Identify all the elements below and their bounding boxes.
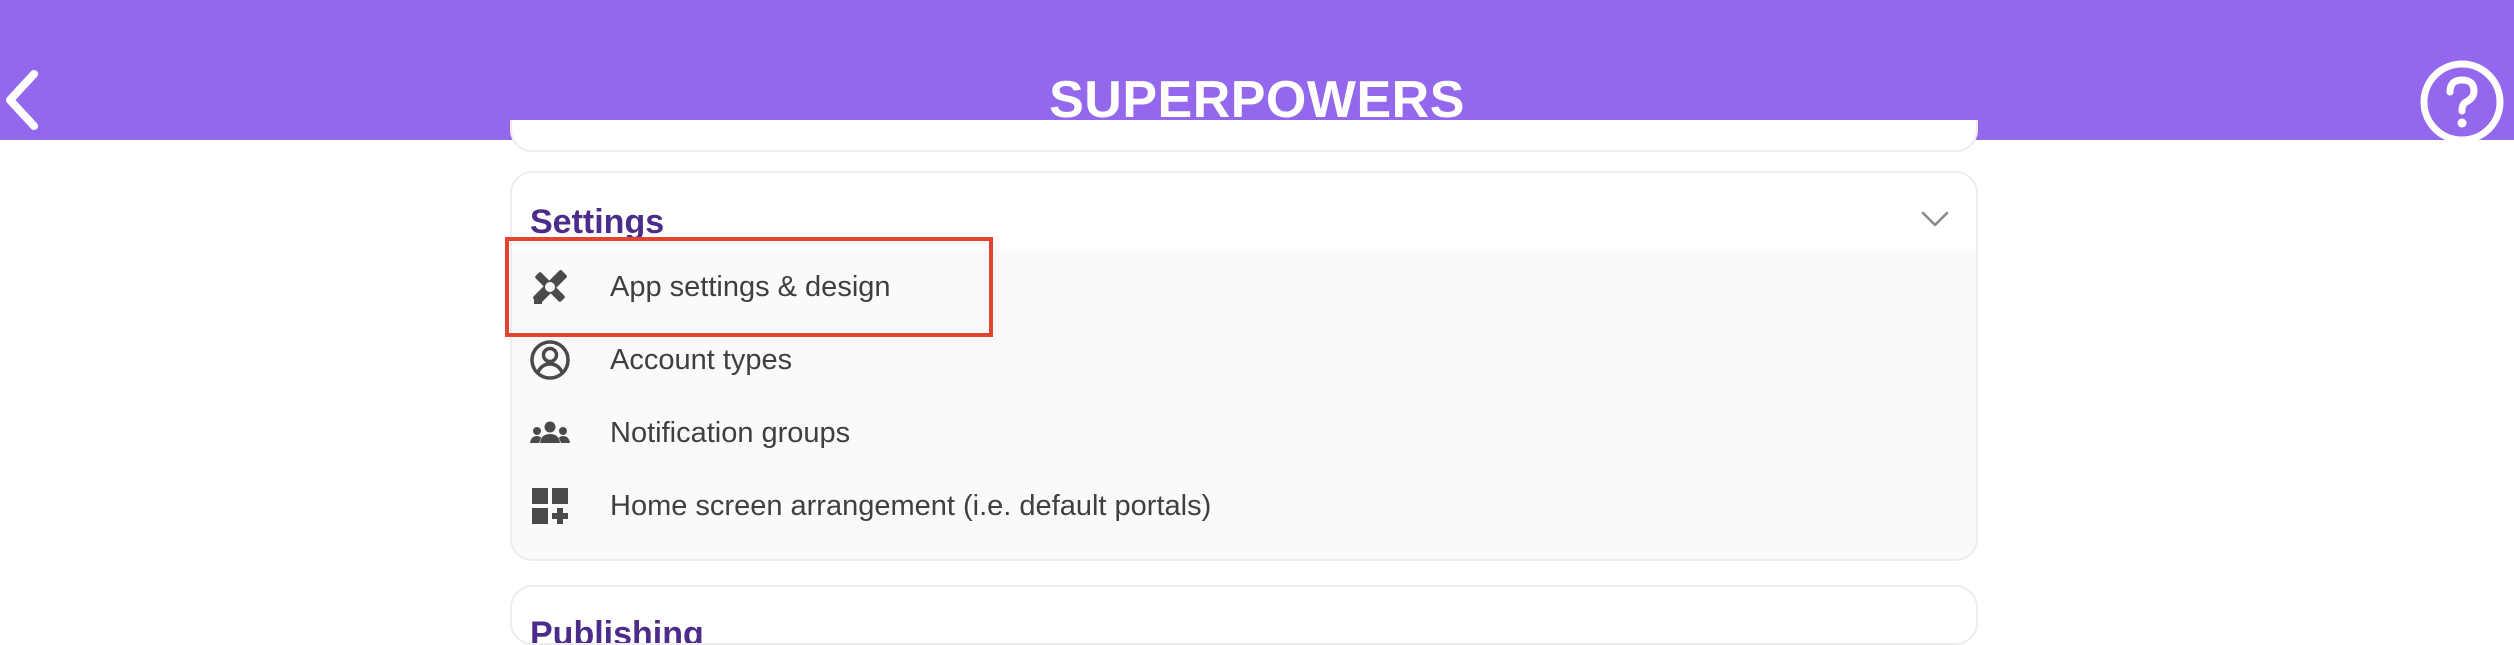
question-circle-icon bbox=[2420, 60, 2504, 144]
tools-icon bbox=[533, 270, 567, 304]
list-item-notification-groups[interactable]: Notification groups bbox=[512, 397, 1976, 470]
settings-section-card: Settings App settings & design Account t… bbox=[510, 171, 1978, 561]
group-icon bbox=[530, 421, 570, 443]
list-item-label: App settings & design bbox=[610, 271, 891, 303]
list-item-label: Notification groups bbox=[610, 417, 851, 449]
grid-add-icon bbox=[532, 488, 568, 524]
list-item-label: Home screen arrangement (i.e. default po… bbox=[610, 490, 1212, 522]
settings-list: App settings & design Account types Noti… bbox=[512, 251, 1976, 559]
settings-section-title: Settings bbox=[530, 203, 665, 241]
publishing-section-title: Publishing bbox=[530, 615, 704, 645]
previous-section-card bbox=[510, 120, 1978, 152]
list-item-app-settings-design[interactable]: App settings & design bbox=[512, 251, 1976, 324]
user-circle-icon bbox=[530, 340, 570, 380]
list-item-home-screen-arrangement[interactable]: Home screen arrangement (i.e. default po… bbox=[512, 470, 1976, 543]
list-item-account-types[interactable]: Account types bbox=[512, 324, 1976, 397]
app-header: SUPERPOWERS bbox=[0, 0, 2514, 144]
publishing-section-card[interactable]: Publishing bbox=[510, 585, 1978, 645]
chevron-down-icon[interactable] bbox=[1917, 201, 1953, 237]
help-button[interactable] bbox=[2418, 58, 2506, 146]
list-item-label: Account types bbox=[610, 344, 793, 376]
settings-section-header[interactable]: Settings bbox=[512, 173, 1976, 251]
